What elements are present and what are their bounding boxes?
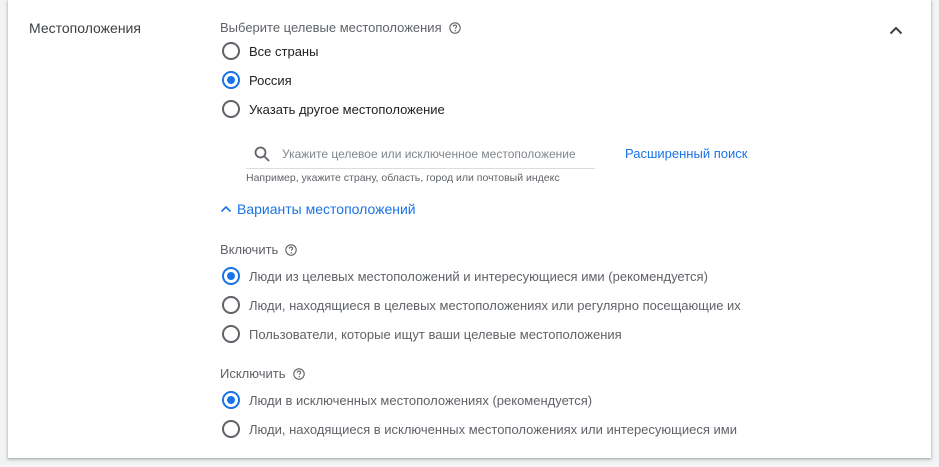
chevron-up-icon bbox=[889, 26, 903, 34]
help-icon[interactable] bbox=[285, 243, 298, 256]
radio-button[interactable] bbox=[222, 420, 240, 438]
radio-button[interactable] bbox=[222, 391, 240, 409]
radio-other-location[interactable]: Указать другое местоположение bbox=[222, 98, 445, 120]
collapse-button[interactable] bbox=[884, 18, 908, 42]
target-locations-label-text: Выберите целевые местоположения bbox=[220, 20, 442, 35]
location-search-input[interactable] bbox=[282, 146, 582, 161]
help-icon[interactable] bbox=[448, 21, 461, 34]
location-options-label: Варианты местоположений bbox=[237, 201, 416, 217]
radio-label: Люди, находящиеся в исключенных местопол… bbox=[249, 421, 737, 437]
radio-include-present[interactable]: Люди, находящиеся в целевых местоположен… bbox=[222, 294, 741, 316]
radio-all-countries[interactable]: Все страны bbox=[222, 40, 318, 62]
radio-include-searching[interactable]: Пользователи, которые ищут ваши целевые … bbox=[222, 323, 622, 345]
radio-button[interactable] bbox=[222, 71, 240, 89]
radio-label: Указать другое местоположение bbox=[249, 101, 445, 117]
radio-label: Россия bbox=[249, 72, 292, 88]
radio-button[interactable] bbox=[222, 325, 240, 343]
radio-include-interested[interactable]: Люди из целевых местоположений и интерес… bbox=[222, 265, 708, 287]
radio-button[interactable] bbox=[222, 100, 240, 118]
radio-label: Все страны bbox=[249, 43, 319, 59]
location-search-field bbox=[246, 139, 595, 169]
section-title: Местоположения bbox=[29, 20, 141, 36]
search-icon bbox=[252, 144, 272, 164]
advanced-search-link[interactable]: Расширенный поиск bbox=[625, 146, 747, 161]
radio-button[interactable] bbox=[222, 296, 240, 314]
chevron-up-icon bbox=[220, 205, 232, 213]
radio-exclude-interested[interactable]: Люди, находящиеся в исключенных местопол… bbox=[222, 418, 737, 440]
radio-exclude-present[interactable]: Люди в исключенных местоположениях (реко… bbox=[222, 389, 592, 411]
radio-label: Люди, находящиеся в целевых местоположен… bbox=[249, 297, 741, 313]
radio-button[interactable] bbox=[222, 267, 240, 285]
radio-label: Люди из целевых местоположений и интерес… bbox=[249, 268, 708, 284]
exclude-label-text: Исключить bbox=[220, 366, 286, 381]
radio-label: Люди в исключенных местоположениях (реко… bbox=[249, 392, 593, 408]
radio-button[interactable] bbox=[222, 42, 240, 60]
target-locations-label: Выберите целевые местоположения bbox=[220, 20, 461, 35]
location-options-toggle[interactable]: Варианты местоположений bbox=[220, 201, 416, 217]
radio-label: Пользователи, которые ищут ваши целевые … bbox=[249, 326, 622, 342]
exclude-label: Исключить bbox=[220, 366, 305, 381]
radio-russia[interactable]: Россия bbox=[222, 69, 292, 91]
help-icon[interactable] bbox=[292, 367, 305, 380]
include-label: Включить bbox=[220, 242, 298, 257]
search-hint: Например, укажите страну, область, город… bbox=[246, 172, 560, 184]
include-label-text: Включить bbox=[220, 242, 279, 257]
locations-card: Местоположения Выберите целевые местопол… bbox=[8, 0, 931, 458]
